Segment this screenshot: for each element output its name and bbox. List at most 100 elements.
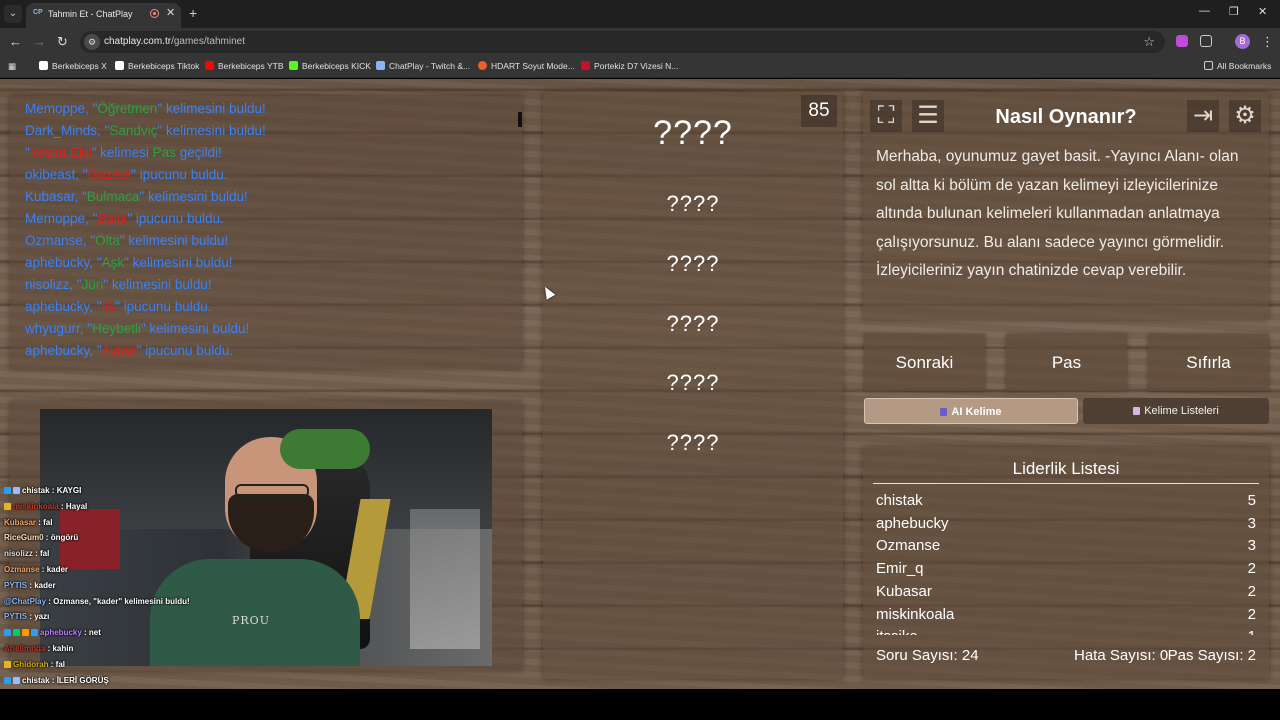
question-count: Soru Sayısı: 24 [876,647,979,664]
chat-message: @ChatPlay : Ozmanse, "kader" kelimesini … [4,596,190,606]
bookmark-item[interactable]: Berkebiceps YTB [205,61,284,71]
close-window-icon[interactable]: ✕ [1258,5,1267,18]
chat-text: kader [34,580,56,590]
log-text: ipucunu buldu. [135,211,224,226]
activity-log[interactable]: Memoppe, "Öğretmen" kelimesini buldu! Dar… [10,96,522,369]
tab-search-icon[interactable]: ⌄ [4,5,22,23]
tab-word-lists[interactable]: Kelime Listeleri [1083,398,1269,424]
restore-icon[interactable]: ❐ [1229,5,1239,18]
log-text: ipucunu buldu. [145,343,234,358]
player-score: 2 [1247,582,1256,600]
chat-text: net [88,628,101,638]
chat-username: nisolizz [4,549,33,559]
chat-username: Ghidorah [13,659,49,669]
log-text: ipucunu buldu. [139,167,228,182]
chat-badge-icon [4,629,11,637]
log-word: Olta [95,233,120,248]
all-bookmarks-button[interactable]: All Bookmarks [1204,61,1271,71]
forbidden-word: ???? [666,311,720,336]
log-entry: aphebucky, "Ayran" ipucunu buldu. [25,343,234,358]
chat-message: aphebucky : net [4,628,101,637]
forbidden-word: ???? [666,430,720,455]
chat-message: Kubasar : fal [4,517,53,527]
player-score: 3 [1247,514,1256,532]
bookmark-item[interactable]: Berkebiceps KICK [289,61,371,71]
pass-button[interactable]: Pas [1006,334,1127,391]
forbidden-word: ???? [666,251,720,276]
chat-message: Ozmanse : kader [4,565,69,574]
bookmark-item[interactable]: Berkebiceps X [39,61,107,71]
leaderboard-list[interactable]: chistak 5 aphebucky 3 Ozmanse 3 Emir_q 2 Kubasar… [863,490,1269,635]
browser-toolbar: ← → ↻ ⚙ chatplay.com.tr/games/tahminet ☆… [0,28,1280,56]
folder-icon [1204,61,1213,70]
player-score: 2 [1247,560,1256,578]
chat-text: Hayal [65,501,88,511]
bookmark-item[interactable]: Berkebiceps Tiktok [115,61,199,71]
profile-avatar[interactable]: B [1235,34,1250,49]
tab-active[interactable]: CP Tahmin Et - ChatPlay ✕ [26,3,181,28]
log-word: Aşk [101,255,125,270]
word-panel: 85 ???? ???? ???? ???? ???? ???? [543,92,843,679]
next-button[interactable]: Sonraki [864,334,985,391]
log-extra: Pas [152,145,176,160]
forward-icon[interactable]: → [33,34,46,49]
log-text: kelimesi [100,145,149,160]
youtube-logo-icon [205,61,214,70]
site-info-icon[interactable]: ⚙ [84,34,100,50]
log-word: Ayran [101,343,137,358]
how-to-play-text: Merhaba, oyunumuz gayet basit. -Yayıncı … [876,148,1239,279]
player-name: Emir_q [876,560,924,578]
chatplay-favicon-icon: CP [33,9,43,16]
chat-text: fal [40,549,50,559]
log-entry: nisolizz, "Jüri" kelimesini buldu! [25,277,212,292]
chat-text: fal [43,517,53,527]
close-tab-icon[interactable]: ✕ [166,6,175,19]
log-text: ipucunu buldu. [123,299,212,314]
log-user: aphebucky [25,299,90,314]
log-scrollbar[interactable] [518,112,522,127]
bookmark-item[interactable]: Portekiz D7 Vizesi N... [581,61,678,71]
log-user: whyugurr [25,321,80,336]
chat-text: fal [55,659,66,669]
exit-icon[interactable]: ⇥ [1187,100,1219,132]
tab-ai-word[interactable]: AI Kelime [864,398,1078,424]
leaderboard: Liderlik Listesi chistak 5 aphebucky 3 Ozman… [863,447,1269,679]
log-text: kelimesini buldu! [111,277,212,292]
chat-username: PYTIS [4,580,28,590]
url-text: chatplay.com.tr/games/tahminet [104,36,245,47]
leaderboard-row: chistak 5 [876,490,1256,512]
how-to-play-panel: ⛶ ☰ Nasıl Oynanır? ⇥ ⚙ Merhaba, oyunumuz… [863,92,1269,320]
log-word: Balık [97,211,128,226]
new-tab-button[interactable]: + [189,5,197,21]
settings-gear-icon[interactable]: ⚙ [1229,100,1261,132]
menu-kebab-icon[interactable]: ⋮ [1261,34,1274,50]
player-score: 1 [1248,628,1256,635]
log-user: Dark_Minds [25,123,98,138]
chat-message: PYTIS : kader [4,580,56,590]
chat-message: chistak : İLERİ GÖRÜŞ [4,676,109,685]
chat-username: PYTIS [4,612,28,622]
reset-button[interactable]: Sıfırla [1148,334,1269,391]
extension-icon[interactable] [1176,35,1188,47]
back-icon[interactable]: ← [9,34,22,49]
address-bar[interactable]: ⚙ chatplay.com.tr/games/tahminet ☆ [80,31,1165,53]
chat-message: RiceGum0 : öngörü [4,533,79,543]
list-icon [1133,407,1141,415]
extensions-puzzle-icon[interactable] [1200,35,1212,47]
log-text: kelimesini buldu! [165,101,266,116]
log-user: Ozmanse [25,233,83,248]
bookmark-item[interactable]: HDART Soyut Mode... [478,61,575,71]
log-word: Gazete [87,167,132,182]
reload-icon[interactable]: ↻ [57,34,68,50]
exercise-bike [410,509,480,649]
player-name: miskinkoala [876,605,955,623]
player-score: 5 [1247,492,1256,509]
bookmark-star-icon[interactable]: ☆ [1143,34,1155,50]
minimize-icon[interactable]: — [1199,5,1210,17]
chat-badge-icon [4,502,11,510]
hdart-logo-icon [478,61,487,70]
log-user: Memoppe [25,101,86,116]
bookmark-item[interactable]: ChatPlay - Twitch &... [376,61,470,71]
log-entry: "Yeşim Ekil" kelimesi Pas geçildi! [25,145,222,160]
apps-grid-icon[interactable]: ▦ [8,61,16,72]
